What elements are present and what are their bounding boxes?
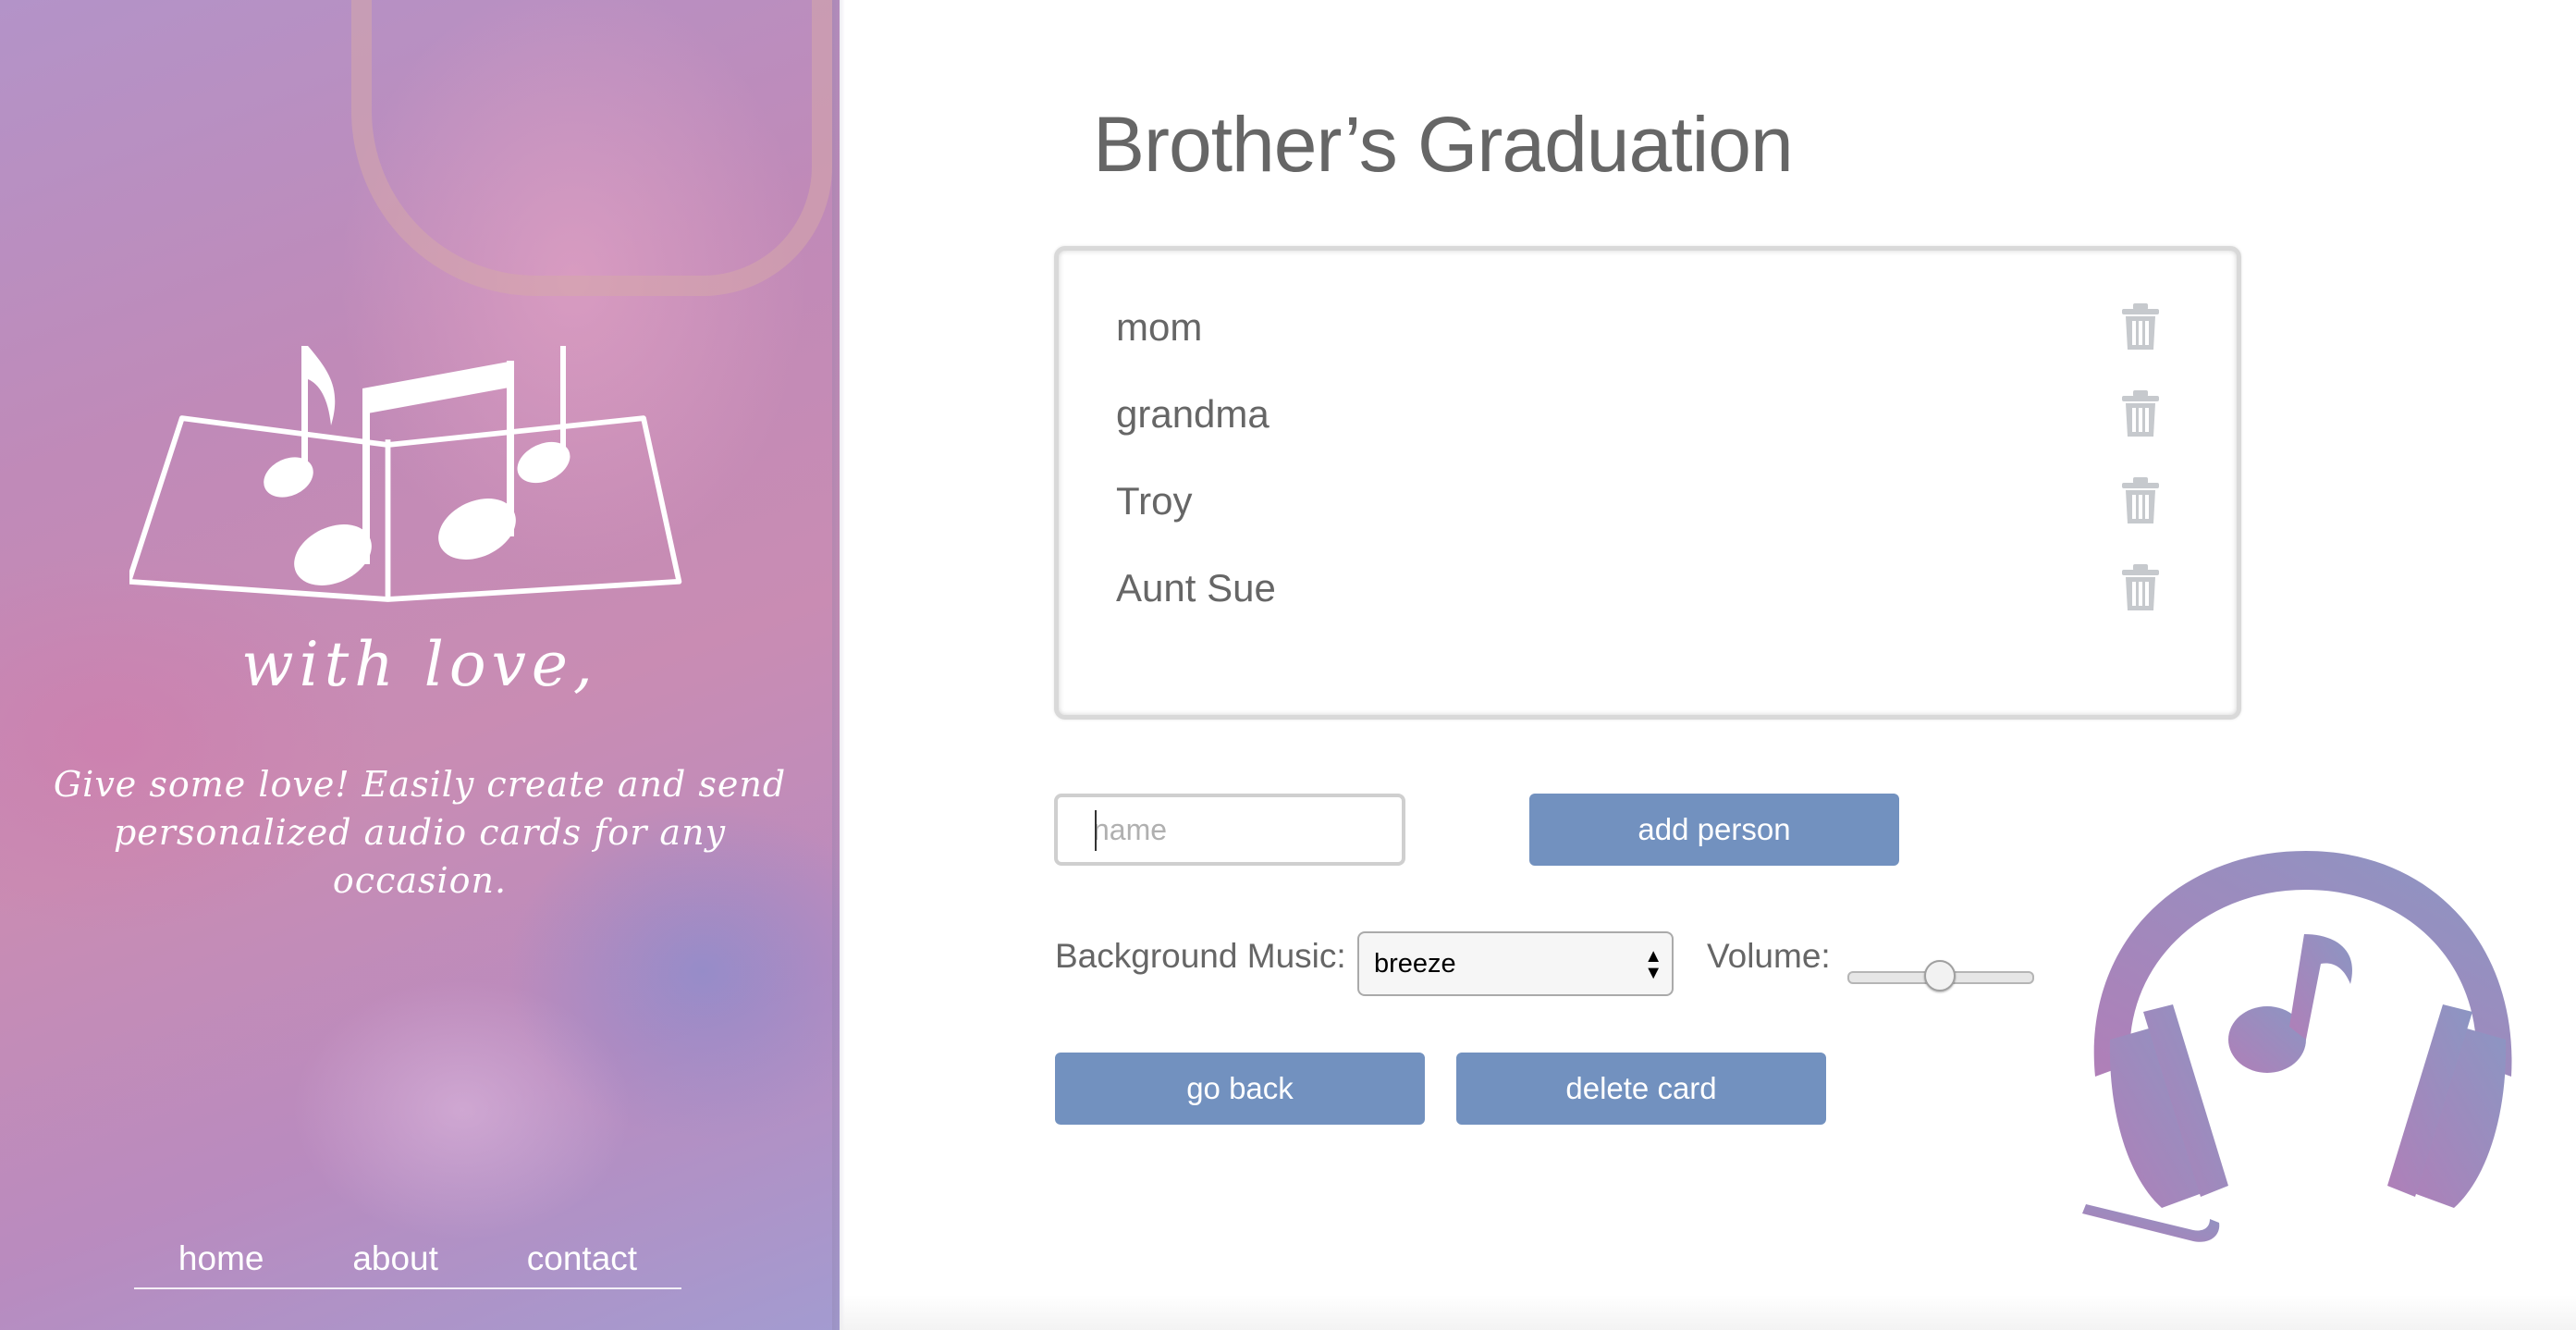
trash-icon[interactable] [2120, 390, 2161, 438]
main-nav: home about contact [134, 1230, 681, 1289]
list-item: mom [1116, 290, 2161, 364]
person-name: Troy [1116, 479, 1193, 523]
nav-home-link[interactable]: home [178, 1239, 264, 1278]
card-title: Brother’s Graduation [1093, 101, 1794, 188]
name-input[interactable] [1054, 794, 1405, 866]
trash-icon[interactable] [2120, 303, 2161, 351]
person-name: Aunt Sue [1116, 566, 1276, 610]
sidebar-background: with love, Give some love! Easily create… [0, 0, 840, 1330]
nav-about-link[interactable]: about [352, 1239, 438, 1278]
background-music-select[interactable]: breeze ▲ ▼ [1357, 931, 1674, 996]
people-list: mom grandma Troy Aunt Sue [1054, 246, 2241, 720]
person-name: mom [1116, 305, 1203, 349]
person-name: grandma [1116, 392, 1270, 436]
list-item: grandma [1116, 377, 2161, 451]
nav-contact-link[interactable]: contact [527, 1239, 637, 1278]
sidebar-edge-shadow [832, 0, 845, 1330]
brand-tagline: Give some love! Easily create and send p… [53, 764, 787, 901]
list-item: Aunt Sue [1116, 551, 2161, 625]
delete-card-button[interactable]: delete card [1456, 1053, 1826, 1125]
brand-title: with love, [241, 629, 598, 700]
go-back-button[interactable]: go back [1055, 1053, 1425, 1125]
text-caret [1095, 810, 1097, 851]
headphones-music-icon [2082, 851, 2512, 1242]
volume-slider-thumb[interactable] [1924, 960, 1956, 991]
background-photo-glasses [351, 0, 832, 296]
background-music-value: breeze [1374, 948, 1456, 979]
trash-icon[interactable] [2120, 564, 2161, 612]
list-item: Troy [1116, 464, 2161, 538]
volume-label: Volume: [1707, 937, 1831, 975]
add-person-button[interactable]: add person [1529, 794, 1899, 866]
trash-icon[interactable] [2120, 477, 2161, 525]
page-bottom-fade [840, 1295, 2576, 1330]
select-arrows-icon: ▲ ▼ [1644, 946, 1662, 983]
background-music-label: Background Music: [1055, 937, 1346, 975]
music-notes-logo-icon [129, 346, 682, 602]
